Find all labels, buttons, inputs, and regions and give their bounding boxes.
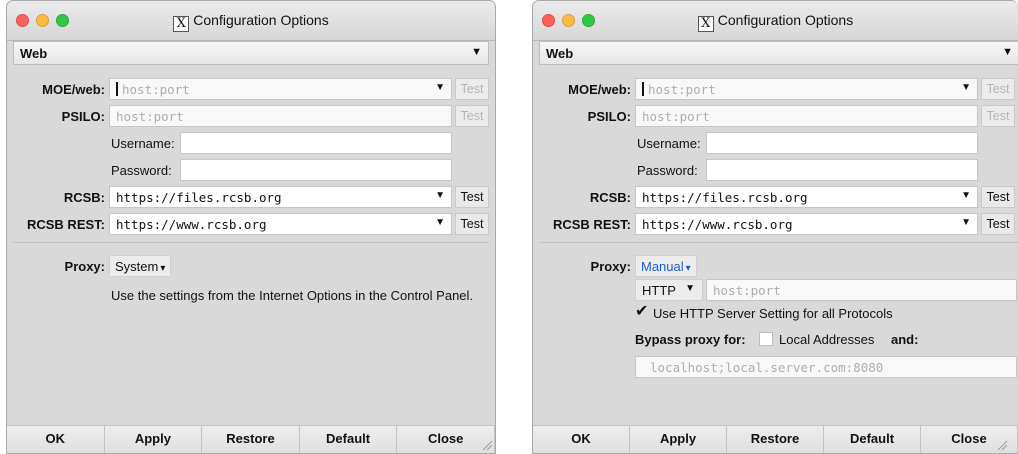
proxy-host-input[interactable]: host:port — [706, 279, 1017, 301]
rcsb-label: RCSB: — [589, 190, 631, 205]
triangle-down-icon: ▾ — [685, 263, 691, 274]
title-bar: X Configuration Options — [7, 1, 495, 41]
rcsb-url-select[interactable]: https://files.rcsb.org ▼ — [109, 186, 452, 208]
rcsb-rest-label: RCSB REST: — [552, 217, 631, 232]
triangle-down-icon: ▼ — [435, 217, 445, 228]
dialog-button-bar: OK Apply Restore Default Close — [7, 425, 495, 453]
moe-web-test-button[interactable]: Test — [981, 78, 1015, 100]
triangle-down-icon: ▾ — [160, 263, 166, 274]
category-dropdown[interactable]: Web ▼ — [539, 41, 1018, 65]
moe-web-label: MOE/web: — [568, 82, 631, 97]
rcsb-url-select[interactable]: https://files.rcsb.org ▼ — [635, 186, 978, 208]
password-input[interactable] — [706, 159, 978, 181]
triangle-down-icon: ▼ — [961, 217, 971, 228]
restore-button[interactable]: Restore — [727, 426, 824, 453]
and-label: and: — [891, 332, 919, 347]
default-button[interactable]: Default — [299, 426, 398, 453]
bypass-hosts-input[interactable]: localhost;local.server.com:8080 — [635, 356, 1017, 378]
text-caret — [642, 82, 644, 96]
rcsb-rest-url-select[interactable]: https://www.rcsb.org ▼ — [109, 213, 452, 235]
restore-button[interactable]: Restore — [202, 426, 300, 453]
password-input[interactable] — [180, 159, 452, 181]
proxy-label: Proxy: — [64, 259, 105, 274]
psilo-input[interactable]: host:port — [635, 105, 978, 127]
separator — [13, 242, 489, 243]
ok-button[interactable]: OK — [7, 426, 105, 453]
psilo-input[interactable]: host:port — [109, 105, 452, 127]
proxy-mode-select[interactable]: System ▾ — [109, 255, 172, 277]
default-button[interactable]: Default — [824, 426, 921, 453]
rcsb-rest-test-button[interactable]: Test — [455, 213, 489, 235]
password-label: Password: — [637, 163, 698, 178]
username-label: Username: — [637, 136, 701, 151]
separator — [539, 242, 1018, 243]
title-bar: X Configuration Options — [533, 1, 1018, 41]
category-label: Web — [20, 46, 48, 61]
config-window-manual-proxy: X Configuration Options Web ▼ MOE/web: ho… — [532, 0, 1018, 454]
proxy-label: Proxy: — [590, 259, 631, 274]
password-label: Password: — [111, 163, 172, 178]
category-label: Web — [546, 46, 574, 61]
psilo-label: PSILO: — [61, 109, 105, 124]
proxy-description: Use the settings from the Internet Optio… — [111, 288, 474, 303]
rcsb-rest-test-button[interactable]: Test — [981, 213, 1015, 235]
resize-grip-icon[interactable] — [481, 439, 493, 451]
username-input[interactable] — [706, 132, 978, 154]
x-window-icon: X — [697, 16, 714, 32]
use-http-all-protocols-label: Use HTTP Server Setting for all Protocol… — [653, 306, 893, 321]
triangle-down-icon: ▼ — [685, 283, 695, 294]
moe-web-input[interactable]: host:port ▼ — [109, 78, 452, 100]
rcsb-label: RCSB: — [63, 190, 105, 205]
psilo-label: PSILO: — [587, 109, 631, 124]
text-caret — [116, 82, 118, 96]
moe-web-input[interactable]: host:port ▼ — [635, 78, 978, 100]
rcsb-rest-label: RCSB REST: — [26, 217, 105, 232]
rcsb-test-button[interactable]: Test — [981, 186, 1015, 208]
moe-web-test-button[interactable]: Test — [455, 78, 489, 100]
psilo-test-button[interactable]: Test — [981, 105, 1015, 127]
rcsb-test-button[interactable]: Test — [455, 186, 489, 208]
triangle-down-icon: ▼ — [471, 46, 482, 58]
username-input[interactable] — [180, 132, 452, 154]
triangle-down-icon: ▼ — [961, 82, 971, 93]
proxy-mode-select[interactable]: Manual ▾ — [635, 255, 697, 277]
config-window-system-proxy: X Configuration Options Web ▼ MOE/web: ho… — [6, 0, 496, 454]
triangle-down-icon: ▼ — [1002, 46, 1013, 58]
username-label: Username: — [111, 136, 175, 151]
local-addresses-checkbox[interactable] — [759, 332, 773, 346]
category-dropdown[interactable]: Web ▼ — [13, 41, 489, 65]
local-addresses-label: Local Addresses — [779, 332, 875, 347]
resize-grip-icon[interactable] — [996, 439, 1008, 451]
proxy-protocol-select[interactable]: HTTP ▼ — [635, 279, 703, 301]
psilo-test-button[interactable]: Test — [455, 105, 489, 127]
window-title: Configuration Options — [717, 12, 854, 28]
triangle-down-icon: ▼ — [435, 190, 445, 201]
triangle-down-icon: ▼ — [435, 82, 445, 93]
apply-button[interactable]: Apply — [630, 426, 727, 453]
x-window-icon: X — [173, 16, 190, 32]
bypass-proxy-label: Bypass proxy for: — [635, 332, 746, 347]
triangle-down-icon: ▼ — [961, 190, 971, 201]
apply-button[interactable]: Apply — [104, 426, 203, 453]
dialog-button-bar: OK Apply Restore Default Close — [533, 425, 1018, 453]
window-title: Configuration Options — [193, 12, 329, 28]
ok-button[interactable]: OK — [533, 426, 630, 453]
checkmark-icon[interactable]: ✔ — [635, 301, 648, 321]
rcsb-rest-url-select[interactable]: https://www.rcsb.org ▼ — [635, 213, 978, 235]
moe-web-label: MOE/web: — [42, 82, 105, 97]
